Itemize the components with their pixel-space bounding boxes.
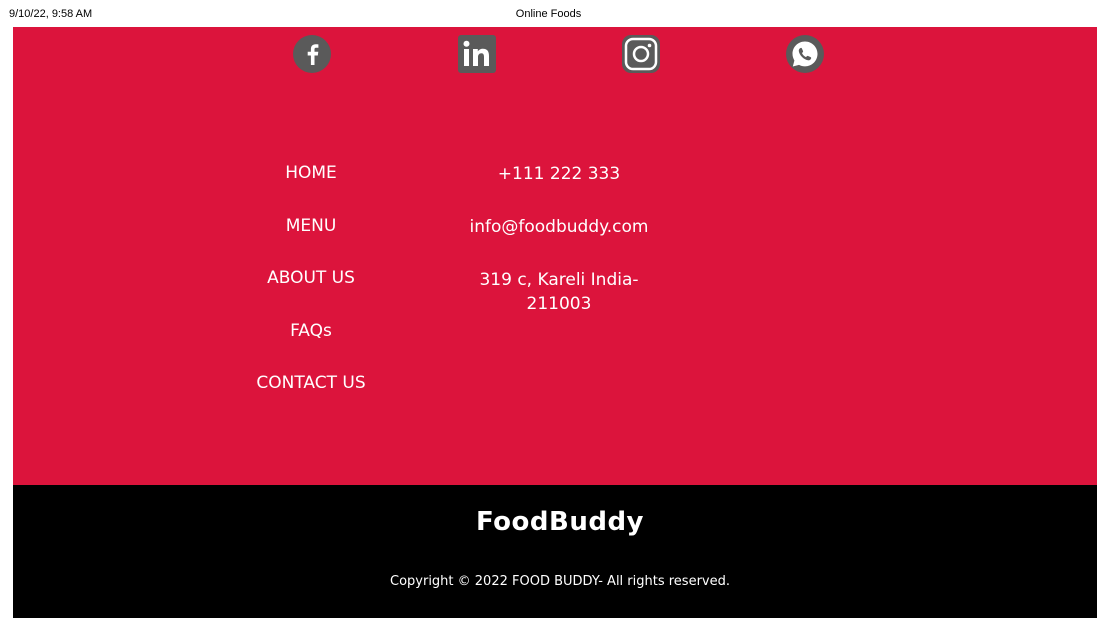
instagram-icon[interactable] xyxy=(621,34,661,74)
contact-address-line2: 211003 xyxy=(526,294,592,314)
contact-email: info@foodbuddy.com xyxy=(469,217,649,237)
footer-link-contact-us[interactable]: CONTACT US xyxy=(211,373,411,393)
footer-link-about-us[interactable]: ABOUT US xyxy=(211,268,411,288)
print-page-title: Online Foods xyxy=(515,8,582,20)
facebook-icon[interactable] xyxy=(292,34,332,74)
footer-links-section: HOME MENU ABOUT US FAQs CONTACT US +111 … xyxy=(13,27,1097,485)
footer-link-home[interactable]: HOME xyxy=(211,163,411,183)
whatsapp-icon[interactable] xyxy=(785,34,825,74)
contact-address-line1: 319 c, Kareli India- xyxy=(479,270,639,290)
footer-bottom-bar: FoodBuddy Copyright © 2022 FOOD BUDDY- A… xyxy=(13,485,1097,618)
brand-name: FoodBuddy xyxy=(475,507,645,537)
copyright-text: Copyright © 2022 FOOD BUDDY- All rights … xyxy=(390,574,730,589)
linkedin-icon[interactable] xyxy=(457,34,497,74)
footer-link-faqs[interactable]: FAQs xyxy=(211,321,411,341)
footer-link-menu[interactable]: MENU xyxy=(211,216,411,236)
print-header: 9/10/22, 9:58 AM Online Foods xyxy=(0,0,1097,27)
contact-phone: +111 222 333 xyxy=(497,164,621,184)
contact-address: 319 c, Kareli India- 211003 xyxy=(439,268,679,316)
